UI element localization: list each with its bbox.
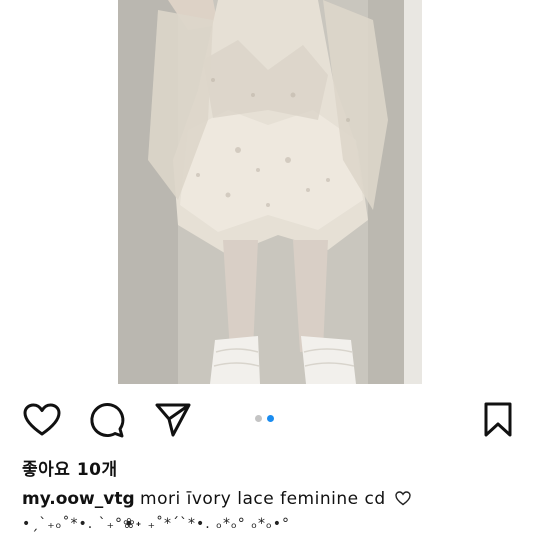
paper-plane-icon (155, 403, 191, 437)
caption-text: mori īvory lace feminine cd (140, 489, 386, 509)
carousel-dot-active[interactable] (267, 414, 274, 422)
post-image-frame (0, 0, 540, 384)
comment-bubble-icon (90, 403, 125, 438)
caption-decoration: •ˏˋ₊ₒ˚*•. ˋ₊°❀˖ ₊˚*´`*•. ₒ*ₒ° ₒ*ₒ•° (22, 516, 291, 532)
post-caption: my.oow_vtg mori īvory lace feminine cd (22, 489, 411, 511)
post-photo[interactable] (118, 0, 422, 384)
share-button[interactable] (153, 400, 193, 440)
caption-heart-icon (395, 491, 411, 511)
likes-count[interactable]: 좋아요 10개 (22, 455, 118, 480)
heart-icon (23, 403, 61, 436)
like-button[interactable] (22, 400, 62, 440)
bookmark-icon (484, 402, 512, 437)
save-button[interactable] (478, 400, 518, 440)
comment-button[interactable] (87, 400, 127, 440)
photo-illustration (118, 0, 422, 384)
carousel-dot[interactable] (255, 414, 262, 422)
post-action-bar (0, 396, 540, 440)
caption-username[interactable]: my.oow_vtg (22, 489, 135, 509)
carousel-indicator (255, 414, 274, 422)
